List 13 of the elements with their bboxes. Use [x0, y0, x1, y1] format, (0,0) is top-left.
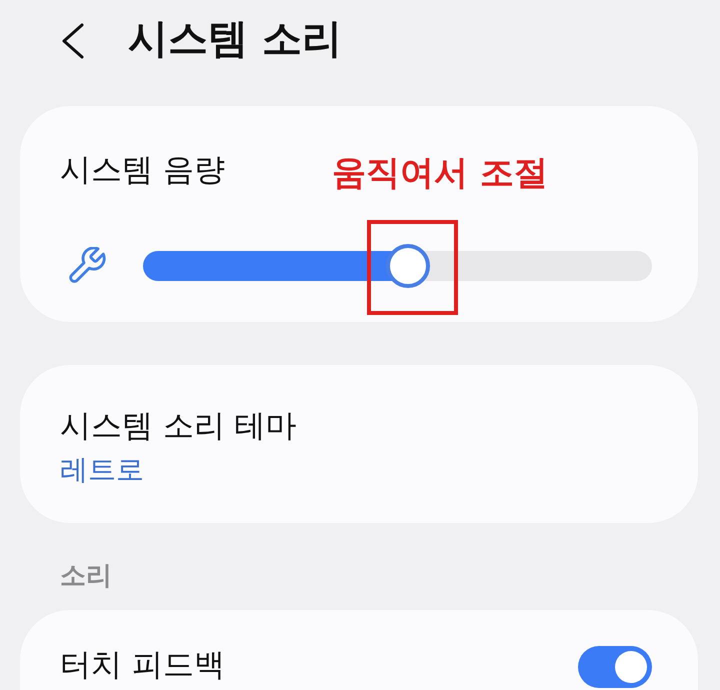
volume-label: 시스템 음량 [60, 151, 225, 190]
theme-card[interactable]: 시스템 소리 테마 레트로 [20, 365, 698, 523]
toggle-switch[interactable] [578, 646, 652, 688]
wrench-icon [68, 247, 106, 285]
page-title: 시스템 소리 [128, 15, 342, 64]
annotation-text: 움직여서 조절 [332, 152, 548, 195]
back-icon[interactable] [61, 23, 85, 59]
theme-label: 시스템 소리 테마 [60, 407, 297, 446]
section-header: 소리 [60, 560, 112, 592]
setting-label: 터치 피드백 [60, 646, 225, 685]
volume-slider-track[interactable] [143, 244, 652, 288]
theme-value: 레트로 [60, 452, 144, 488]
volume-slider-thumb[interactable] [386, 244, 430, 288]
